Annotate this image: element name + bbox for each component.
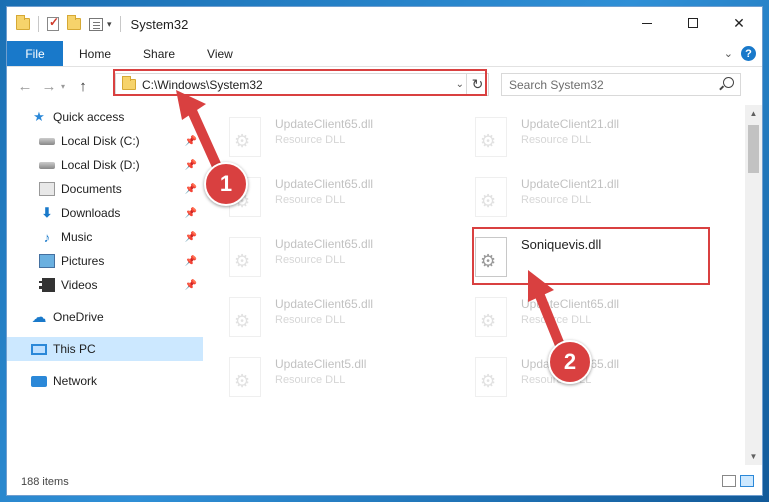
annotation-arrows (176, 90, 571, 365)
step-1-badge: 1 (204, 162, 248, 206)
step-2-badge: 2 (548, 340, 592, 384)
